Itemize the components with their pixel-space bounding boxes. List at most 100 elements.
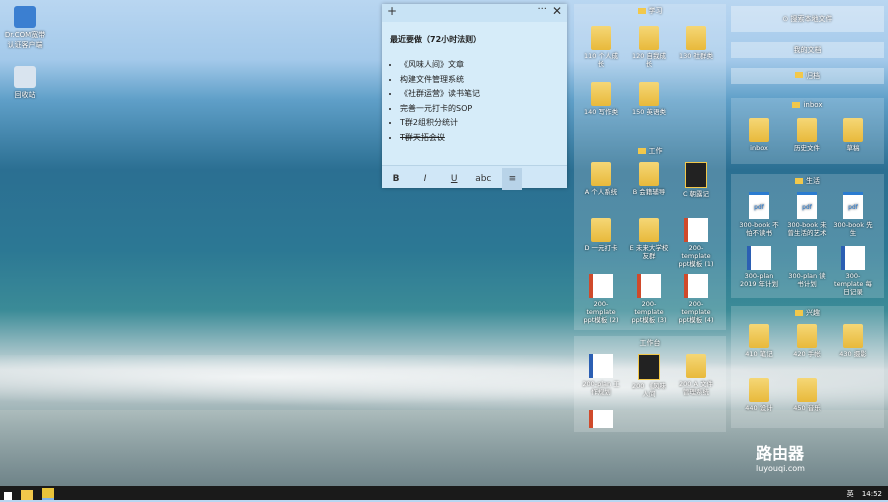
note-item-done[interactable]: T群天拓会议 xyxy=(400,132,559,143)
folder-item[interactable]: 150 英语类 xyxy=(629,82,669,116)
folder-icon xyxy=(591,82,611,106)
word-file-icon xyxy=(747,246,771,270)
note-item[interactable]: 《风味人间》文章 xyxy=(400,59,559,70)
folder-item[interactable]: D 一元打卡 xyxy=(581,218,621,252)
word-file-icon xyxy=(841,246,865,270)
file-item[interactable]: 300-plan 2019 年计划 xyxy=(739,246,779,288)
watermark: 路由器 luyouqi.com xyxy=(756,444,805,473)
note-item[interactable]: T群2组积分统计 xyxy=(400,117,559,128)
file-item[interactable]: 200-plan 工作规划 xyxy=(581,354,621,396)
network-icon xyxy=(14,6,36,28)
fence-header[interactable]: 工作 xyxy=(574,144,726,158)
folder-item[interactable]: E 未来大学校友群 xyxy=(629,218,669,260)
pdf-file-icon xyxy=(843,192,863,219)
word-file-icon xyxy=(589,354,613,378)
folder-item[interactable]: C 朝露记 xyxy=(676,162,716,198)
start-icon[interactable] xyxy=(4,492,12,500)
ime-indicator[interactable]: 英 xyxy=(847,490,854,498)
pdf-file-icon xyxy=(797,192,817,219)
bold-button[interactable]: B xyxy=(386,168,406,190)
folder-icon xyxy=(749,378,769,402)
italic-button[interactable]: I xyxy=(415,168,435,190)
fence-header[interactable]: 生活 xyxy=(731,174,884,188)
sticky-note[interactable]: + ··· ✕ 最近要做（72小时法则） 《风味人间》文章 构建文件管理系统 《… xyxy=(382,4,567,190)
folder-item[interactable]: 140 写作类 xyxy=(581,82,621,116)
folder-item[interactable]: inbox xyxy=(739,118,779,152)
fence-header[interactable]: 兴趣 xyxy=(731,306,884,320)
underline-button[interactable]: U xyxy=(444,168,464,190)
file-item[interactable]: 300-template 每日记录 xyxy=(833,246,873,296)
folder-item[interactable]: 110 个人成长 xyxy=(581,26,621,68)
fence-header[interactable]: 工作台 xyxy=(574,336,726,350)
fence-study[interactable]: 学习 110 个人成长 120 自我成长 130 社群类 140 写作类 150… xyxy=(574,4,726,144)
folder-item[interactable]: 200 A 文件管理系统 xyxy=(676,354,716,396)
add-note-icon[interactable]: + xyxy=(387,4,397,18)
search-bar[interactable]: ⊙ 搜索本地文件 xyxy=(731,6,884,32)
fence-header[interactable]: 学习 xyxy=(574,4,726,18)
folder-icon xyxy=(686,354,706,378)
folder-item[interactable]: A 个人系统 xyxy=(581,162,621,196)
file-item[interactable]: 300-book 未曾生活的艺术 xyxy=(787,192,827,237)
ppt-file-icon xyxy=(684,218,708,242)
folder-item[interactable]: 410 笔记 xyxy=(739,324,779,358)
fence-interest[interactable]: 兴趣 410 笔记 420 手帐 430 摄影 440 设计 450 音乐 xyxy=(731,306,884,428)
folder-icon xyxy=(591,26,611,50)
folder-item[interactable]: 420 手帐 xyxy=(787,324,827,358)
archive-bar[interactable]: 归档 xyxy=(731,68,884,84)
desktop-icon-drcom[interactable]: Dr.COM宽带认证客户端 xyxy=(2,6,48,50)
fence-inbox[interactable]: inbox inbox 历史文件 草稿 xyxy=(731,98,884,164)
clock[interactable]: 14:52 xyxy=(862,490,882,498)
note-item[interactable]: 构建文件管理系统 xyxy=(400,74,559,85)
file-item[interactable]: 200-template ppt模板 (3) xyxy=(629,274,669,324)
note-item[interactable]: 《社群运营》读书笔记 xyxy=(400,88,559,99)
file-item[interactable]: 200 《风味人间 xyxy=(629,354,669,398)
folder-icon xyxy=(795,72,803,78)
fence-header[interactable]: inbox xyxy=(731,98,884,112)
folder-icon xyxy=(843,324,863,348)
desktop-icon-label: 回收站 xyxy=(14,91,36,99)
file-item[interactable]: 300-book 先生 xyxy=(833,192,873,237)
ppt-file-icon xyxy=(589,274,613,298)
folder-item[interactable]: B 会籍辅导 xyxy=(629,162,669,196)
folder-item[interactable]: 120 自我成长 xyxy=(629,26,669,68)
pdf-file-icon xyxy=(749,192,769,219)
folder-icon xyxy=(686,26,706,50)
folder-icon xyxy=(637,8,646,14)
sticky-notes-app-icon[interactable] xyxy=(42,488,55,500)
file-item[interactable]: 200-template ppt模板 (2) xyxy=(581,274,621,324)
folder-item[interactable]: 历史文件 xyxy=(787,118,827,152)
recycle-bin-icon xyxy=(14,66,36,88)
folder-icon xyxy=(797,324,817,348)
folder-item[interactable]: 430 摄影 xyxy=(833,324,873,358)
fence-work-files[interactable]: 工作台 200-plan 工作规划 200 《风味人间 200 A 文件管理系统 xyxy=(574,336,726,432)
file-item[interactable] xyxy=(581,410,621,430)
folder-item[interactable]: 440 设计 xyxy=(739,378,779,412)
folder-item[interactable]: 130 社群类 xyxy=(676,26,716,60)
folder-icon xyxy=(795,178,803,184)
list-button[interactable]: ≡ xyxy=(502,168,523,190)
file-icon xyxy=(797,246,817,270)
desktop-icon-recycle-bin[interactable]: 回收站 xyxy=(2,66,48,100)
system-tray: 英 14:52 xyxy=(841,489,882,499)
folder-item[interactable]: 450 音乐 xyxy=(787,378,827,412)
folder-item[interactable]: 草稿 xyxy=(833,118,873,152)
file-explorer-icon[interactable] xyxy=(21,490,34,500)
close-icon[interactable]: ✕ xyxy=(552,4,562,18)
documents-bar[interactable]: 我的文档 xyxy=(731,42,884,58)
folder-icon xyxy=(639,82,659,106)
file-item[interactable]: 300-book 不怕不读书 xyxy=(739,192,779,237)
folder-icon xyxy=(639,26,659,50)
fence-life[interactable]: 生活 300-book 不怕不读书 300-book 未曾生活的艺术 300-b… xyxy=(731,174,884,298)
strikethrough-button[interactable]: abc xyxy=(473,168,493,190)
fence-work[interactable]: 工作 A 个人系统 B 会籍辅导 C 朝露记 D 一元打卡 E 未来大学校友群 … xyxy=(574,144,726,330)
more-icon[interactable]: ··· xyxy=(537,4,547,15)
folder-icon xyxy=(797,118,817,142)
taskbar: 英 14:52 xyxy=(0,486,888,500)
folder-icon xyxy=(749,118,769,142)
folder-icon xyxy=(637,148,646,154)
note-item[interactable]: 完善一元打卡的SOP xyxy=(400,103,559,114)
desktop-icon-label: Dr.COM宽带认证客户端 xyxy=(4,31,46,49)
file-item[interactable]: 300-plan 读书计划 xyxy=(787,246,827,288)
file-item[interactable]: 200-template ppt模板 (1) xyxy=(676,218,716,268)
file-item[interactable]: 200-template ppt模板 (4) xyxy=(676,274,716,324)
